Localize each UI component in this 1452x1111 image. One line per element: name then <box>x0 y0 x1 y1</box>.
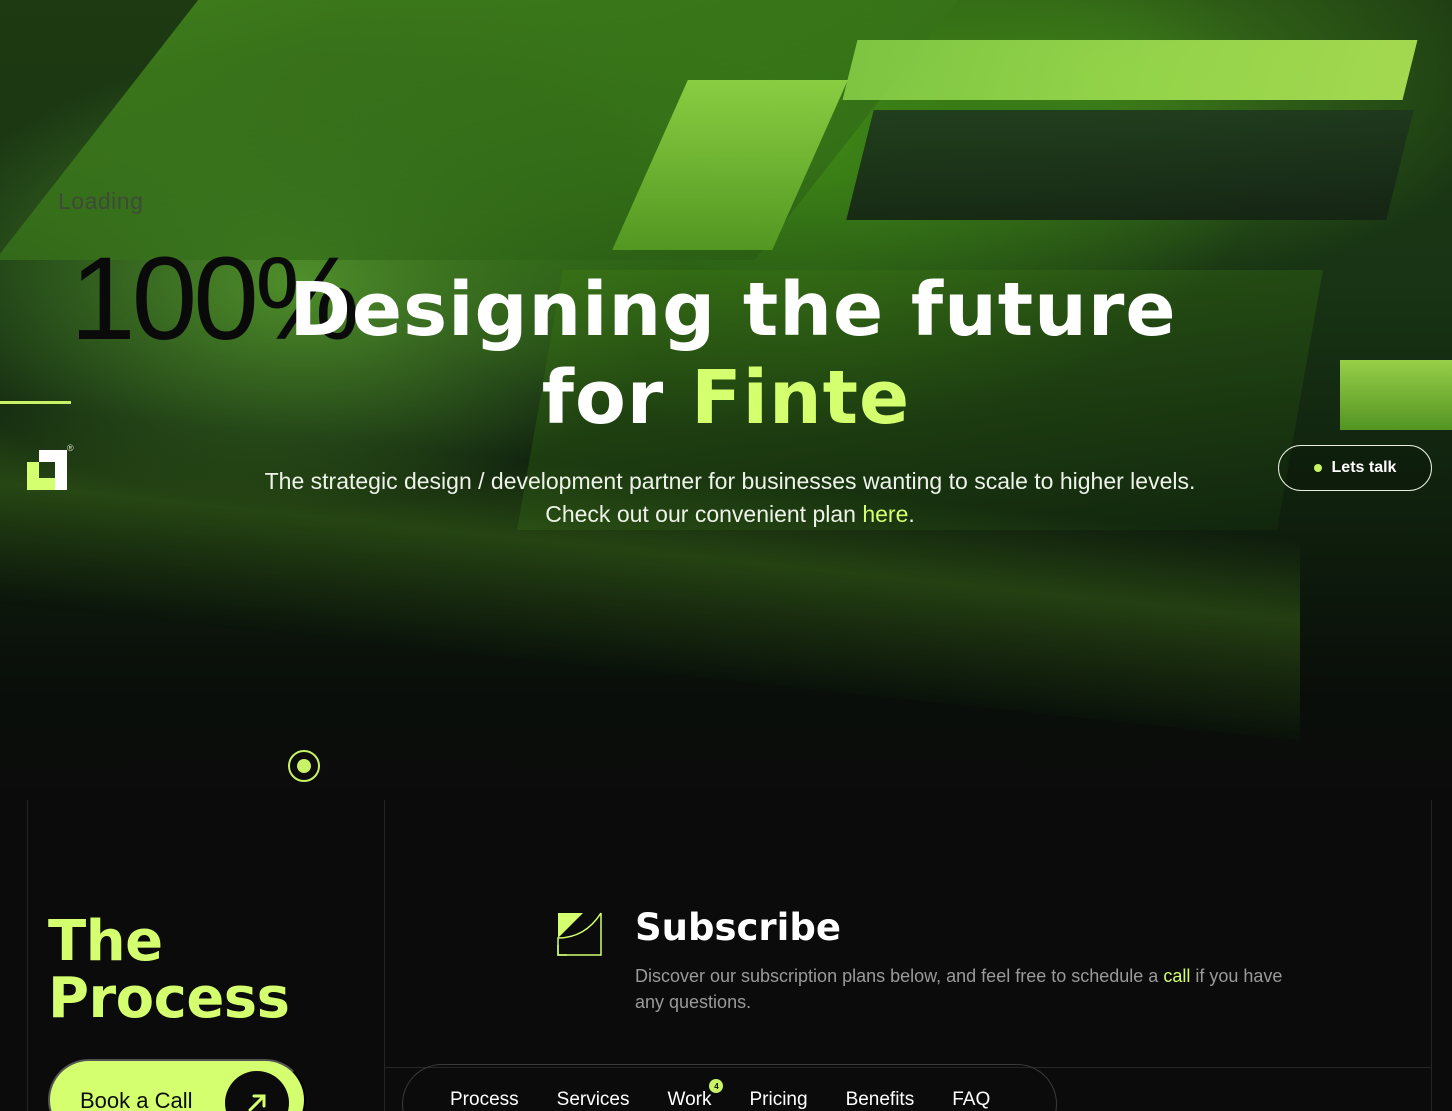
tab-faq[interactable]: FAQ <box>952 1089 990 1111</box>
brand-registered-mark: ® <box>67 443 74 453</box>
tab-benefits[interactable]: Benefits <box>846 1089 915 1111</box>
tab-work-label: Work <box>667 1089 712 1110</box>
work-count-badge: 4 <box>709 1079 724 1093</box>
hero-title-line1: Designing the future <box>289 267 1177 353</box>
subscribe-description: Discover our subscription plans below, a… <box>635 963 1295 1015</box>
tab-services[interactable]: Services <box>557 1089 630 1111</box>
process-title: The Process <box>48 909 290 1031</box>
book-call-label: Book a Call <box>80 1088 193 1111</box>
hero-title-prefix: for <box>541 355 665 441</box>
call-link[interactable]: call <box>1163 966 1190 986</box>
tab-work[interactable]: Work 4 <box>667 1079 724 1111</box>
process-section: The Process Book a Call Subscribe Discov… <box>0 800 1452 1111</box>
hero-3d-shape <box>842 40 1418 100</box>
tab-process[interactable]: Process <box>450 1089 519 1111</box>
subscribe-icon <box>557 912 602 956</box>
brand-logo-icon[interactable] <box>27 450 67 490</box>
process-title-line2: Process <box>48 966 290 1031</box>
section-tabs: Process Services Work 4 Pricing Benefits … <box>402 1064 1057 1111</box>
hero-3d-shape <box>0 0 1006 260</box>
status-dot-icon <box>1313 464 1322 472</box>
divider <box>384 800 385 1111</box>
book-call-button[interactable]: Book a Call <box>48 1059 306 1111</box>
plan-link[interactable]: here <box>862 501 908 527</box>
hero-subtitle-end: . <box>908 501 915 527</box>
loading-label: Loading <box>58 188 144 214</box>
hero-title-accent: Finte <box>691 355 911 441</box>
tab-pricing[interactable]: Pricing <box>749 1089 807 1111</box>
scroll-indicator-icon[interactable] <box>288 750 320 782</box>
hero-3d-shape <box>846 110 1414 220</box>
hero-subtitle-text: The strategic design / development partn… <box>264 468 1196 527</box>
hero-title-line2: for Finte <box>0 354 1452 442</box>
hero-subtitle: The strategic design / development partn… <box>240 465 1220 531</box>
lets-talk-label: Lets talk <box>1331 459 1397 476</box>
process-title-line1: The <box>48 909 163 974</box>
scroll-indicator-dot <box>297 759 311 773</box>
subscribe-title: Subscribe <box>635 906 841 949</box>
arrow-up-right-icon <box>225 1071 289 1111</box>
divider <box>27 800 28 1111</box>
hero-title: Designing the future for Finte <box>0 266 1452 442</box>
lets-talk-button[interactable]: Lets talk <box>1278 445 1432 491</box>
divider <box>1431 800 1432 1111</box>
subscribe-desc-before: Discover our subscription plans below, a… <box>635 966 1159 986</box>
hero-section: Loading 100% Designing the future for Fi… <box>0 0 1452 800</box>
